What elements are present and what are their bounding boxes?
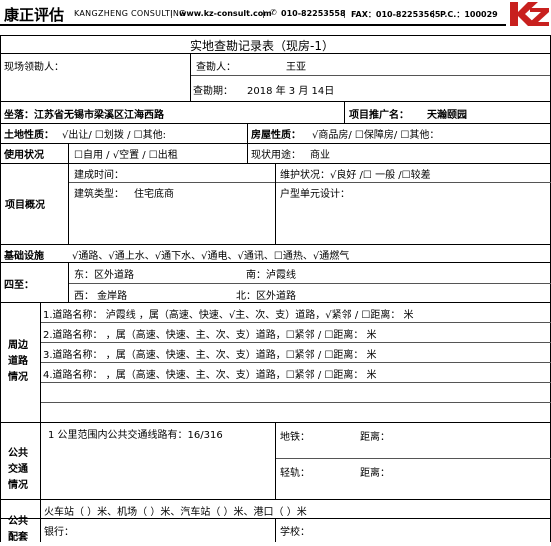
light-rail-distance-label: 距离：: [360, 468, 390, 479]
current-use-value: 商业: [310, 150, 330, 161]
phone-icon: ✆: [270, 8, 277, 17]
phone-number: 010-82253558: [281, 9, 346, 18]
website: www.kz-consult.com: [179, 9, 272, 18]
boundary-north: 北：区外道路: [236, 291, 296, 302]
bank-label: 银行：: [44, 527, 74, 538]
road-item: 3.道路名称： ，属（高速、快速、主、次、支）道路，☐紧邻 / ☐距离： 米: [43, 350, 377, 361]
form-title: 实地查勘记录表（现房-1）: [190, 39, 334, 53]
brand-name: KANGZHENG CONSULTING: [74, 9, 186, 18]
kz-logo-icon: [510, 2, 549, 26]
overview-label: 项目概况: [5, 200, 45, 211]
road-item: 4.道路名称： ，属（高速、快速、主、次、支）道路，☐紧邻 / ☐距离： 米: [43, 370, 377, 381]
light-rail-label: 轻轨：: [280, 468, 310, 479]
bus-lines: 1 公里范围内公共交通线路有：16/316: [48, 430, 223, 441]
postcode: P.C.：100029: [440, 10, 498, 19]
transport-label: 公共 交通 情况: [8, 448, 28, 491]
land-nature-value: √出让/ ☐划拨 / ☐其他:: [62, 130, 166, 141]
built-time-label: 建成时间：: [74, 170, 124, 181]
location: 坐落：江苏省无锡市梁溪区江海西路: [4, 110, 164, 121]
transport-hubs: 火车站（ ）米、机场（ ）米、汽车站（ ）米、港口（ ）米: [44, 507, 307, 518]
road-item: 2.道路名称： ，属（高速、快速、主、次、支）道路，☐紧邻 / ☐距离： 米: [43, 330, 377, 341]
company-name: 康正评估: [4, 6, 65, 24]
boundary-west: 西： 金岸路: [74, 291, 128, 302]
unit-design-label: 户型单元设计：: [280, 189, 350, 200]
boundary-east: 东：区外道路: [74, 270, 134, 281]
house-nature-label: 房屋性质：: [251, 130, 301, 141]
header-rule: [0, 24, 506, 26]
project-name-value: 天瀚颐园: [427, 110, 467, 121]
roads-label: 周边 道路 情况: [8, 340, 28, 383]
usage-label: 使用状况: [4, 150, 44, 161]
building-type-value: 住宅底商: [134, 189, 174, 200]
surveyor-label: 查勘人：: [196, 62, 236, 73]
project-name-label: 项目推广名：: [349, 110, 409, 121]
infrastructure-label: 基础设施: [4, 251, 44, 262]
metro-distance-label: 距离：: [360, 432, 390, 443]
surveyor-name: 王亚: [286, 62, 306, 73]
fax-number: FAX：010-82253565: [351, 10, 441, 19]
road-item: 1.道路名称： 泸霞线 ，属（高速、快速、√主、次、支）道路，√紧邻 / ☐距离…: [43, 310, 414, 321]
maintenance-status: 维护状况：√良好 /☐ 一般 /☐较差: [280, 170, 431, 181]
school-label: 学校：: [280, 527, 310, 538]
survey-date-value: 2018 年 3 月 14日: [247, 86, 335, 97]
infrastructure-value: √通路、√通上水、√通下水、√通电、√通讯、☐通热、√通燃气: [72, 251, 350, 262]
usage-value: ☐自用 / √空置 / ☐出租: [74, 150, 178, 161]
house-nature-value: √商品房/ ☐保障房/ ☐其他：: [312, 130, 440, 141]
current-use-label: 现状用途：: [251, 150, 301, 161]
boundary-south: 南：泸霞线: [246, 270, 296, 281]
facilities-label: 公共 配套: [8, 516, 28, 543]
metro-label: 地铁：: [280, 432, 310, 443]
building-type-label: 建筑类型：: [74, 189, 124, 200]
boundary-label: 四至：: [4, 280, 34, 291]
lead-label: 现场领勘人：: [4, 62, 64, 73]
land-nature-label: 土地性质：: [4, 130, 54, 141]
survey-date-label: 查勘期：: [193, 86, 233, 97]
